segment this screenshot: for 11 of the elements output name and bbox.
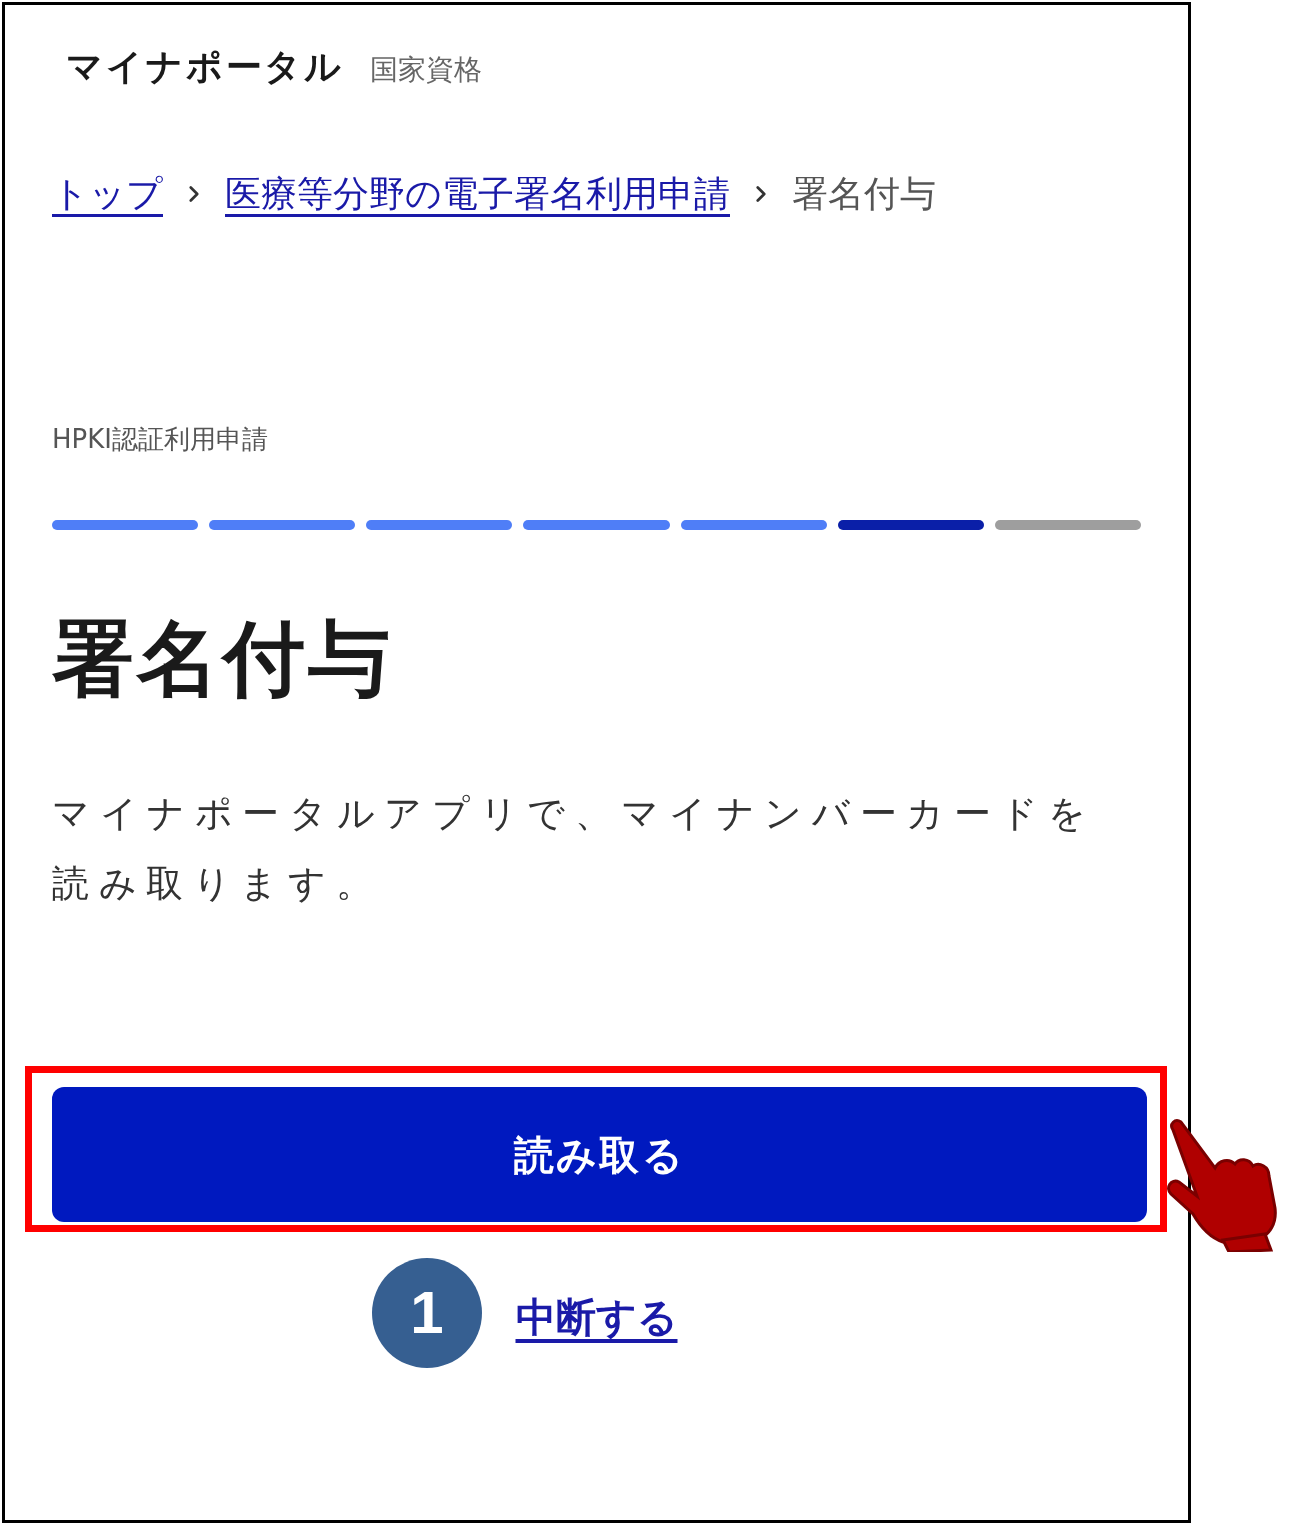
read-button[interactable]: 読み取る xyxy=(52,1087,1147,1222)
cancel-link[interactable]: 中断する xyxy=(515,1292,678,1342)
breadcrumb-current: 署名付与 xyxy=(792,172,936,216)
page-heading: 署名付与 xyxy=(52,610,395,708)
step-number-badge: 1 xyxy=(372,1258,482,1368)
step-label: HPKI認証利用申請 xyxy=(52,423,269,456)
site-subtitle: 国家資格 xyxy=(370,52,483,88)
site-title: マイナポータル xyxy=(66,45,345,89)
description-text: マイナポータルアプリで、マイナンバーカードを読み取ります。 xyxy=(52,791,1097,907)
breadcrumb-link[interactable]: 医療等分野の電子署名利用申請 xyxy=(225,168,730,220)
breadcrumb-link[interactable]: トップ xyxy=(52,168,163,220)
